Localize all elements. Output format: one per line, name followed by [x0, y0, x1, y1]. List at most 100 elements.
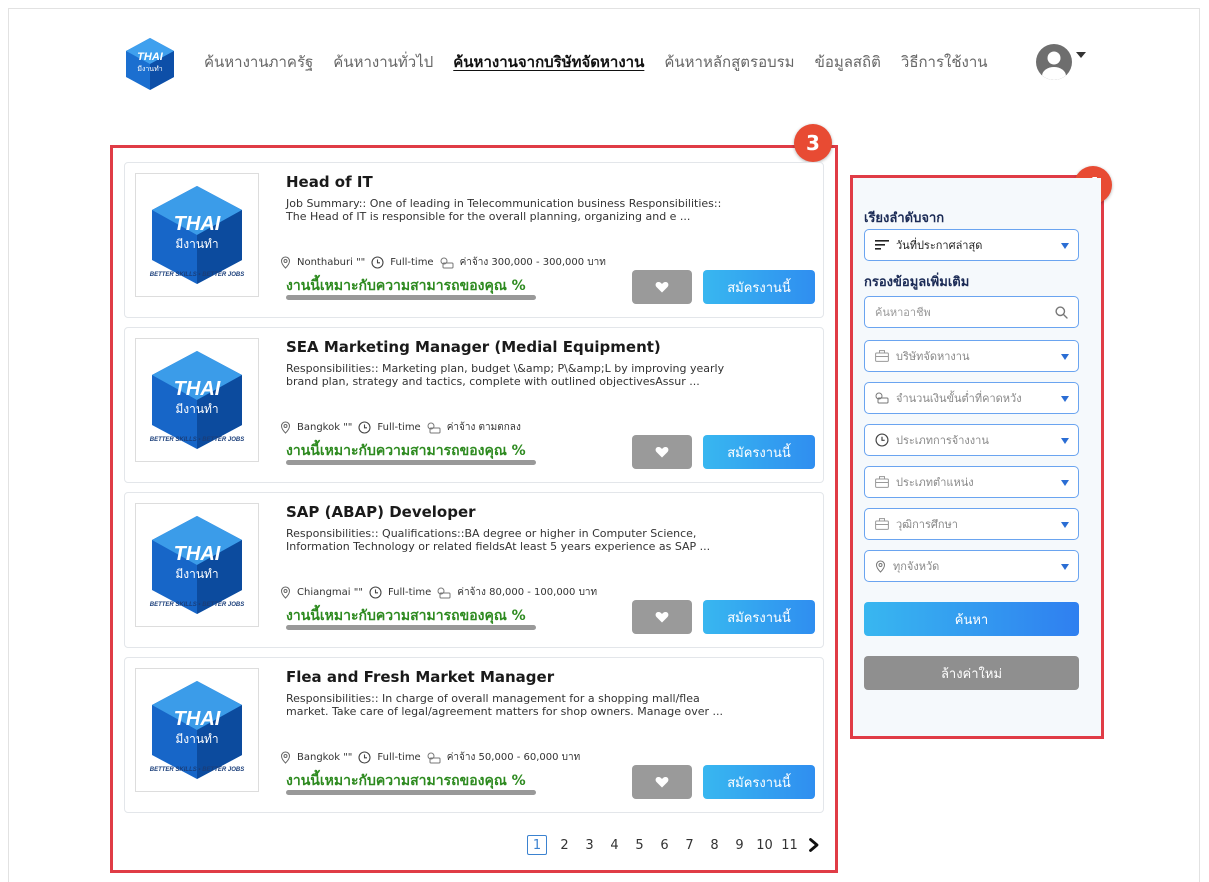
company-logo-ring-text: BETTER SKILLS • BETTER JOBS	[150, 767, 244, 773]
job-employment-type: Full-time	[377, 752, 421, 763]
annotation-badge-3: 3	[794, 124, 832, 162]
province-select[interactable]: ทุกจังหวัด	[864, 550, 1079, 582]
position-type-select-value: ประเภทตำแหน่ง	[896, 476, 974, 489]
sort-select-value: วันที่ประกาศล่าสุด	[896, 239, 983, 252]
search-field[interactable]	[864, 296, 1079, 328]
next-page-chevron-icon[interactable]	[808, 838, 820, 852]
page-number-9[interactable]: 9	[727, 835, 752, 855]
job-card[interactable]: THAI มีงานทำ BETTER SKILLS • BETTER JOBS…	[124, 162, 824, 318]
nav-item-training-courses[interactable]: ค้นหาหลักสูตรอบรม	[664, 50, 794, 74]
logo-text-bottom: มีงานทำ	[137, 65, 162, 73]
company-logo: THAI มีงานทำ BETTER SKILLS • BETTER JOBS	[135, 173, 259, 297]
page-number-5[interactable]: 5	[627, 835, 652, 855]
apply-job-button[interactable]: สมัครงานนี้	[703, 765, 815, 799]
job-match-text: งานนี้เหมาะกับความสามารถของคุณ %	[286, 443, 526, 459]
job-title[interactable]: Head of IT	[286, 173, 373, 191]
favorite-button[interactable]	[632, 270, 692, 304]
page-number-1[interactable]: 1	[527, 835, 547, 855]
job-employment-type: Full-time	[387, 587, 432, 598]
page-number-11[interactable]: 11	[777, 835, 802, 855]
favorite-button[interactable]	[632, 765, 692, 799]
clock-icon	[358, 751, 371, 764]
page-number-2[interactable]: 2	[552, 835, 577, 855]
nav-item-general-jobs[interactable]: ค้นหางานทั่วไป	[333, 50, 433, 74]
job-description: Responsibilities:: Qualifications::BA de…	[286, 527, 711, 553]
location-pin-icon	[280, 586, 291, 599]
page-number-8[interactable]: 8	[702, 835, 727, 855]
job-match-progress-bar	[286, 295, 536, 300]
job-description: Responsibilities:: In charge of overall …	[286, 692, 724, 718]
company-logo: THAI มีงานทำ BETTER SKILLS • BETTER JOBS	[135, 338, 259, 462]
money-icon	[440, 257, 454, 268]
briefcase-icon	[875, 476, 889, 488]
clock-icon	[369, 586, 382, 599]
nav-item-statistics[interactable]: ข้อมูลสถิติ	[815, 50, 881, 74]
position-type-select[interactable]: ประเภทตำแหน่ง	[864, 466, 1079, 498]
job-meta: Bangkok "" Full-time ค่าจ้าง 50,000 - 60…	[280, 750, 580, 765]
chevron-down-icon	[1061, 480, 1069, 486]
nav-item-government-jobs[interactable]: ค้นหางานภาครัฐ	[204, 50, 313, 74]
employment-type-select[interactable]: ประเภทการจ้างงาน	[864, 424, 1079, 456]
job-match-progress-bar	[286, 790, 536, 795]
location-pin-icon	[280, 751, 291, 764]
job-card[interactable]: THAI มีงานทำ BETTER SKILLS • BETTER JOBS…	[124, 657, 824, 813]
avatar-dropdown-caret-icon[interactable]	[1076, 52, 1086, 58]
filter-panel: เรียงลำดับจาก วันที่ประกาศล่าสุด กรองข้อ…	[853, 178, 1101, 736]
job-title[interactable]: SAP (ABAP) Developer	[286, 503, 476, 521]
clock-icon	[371, 256, 384, 269]
job-meta: Bangkok "" Full-time ค่าจ้าง ตามตกลง	[280, 420, 521, 435]
company-select[interactable]: บริษัทจัดหางาน	[864, 340, 1079, 372]
more-filters-heading: กรองข้อมูลเพิ่มเติม	[864, 275, 970, 290]
page-number-7[interactable]: 7	[677, 835, 702, 855]
job-employment-type: Full-time	[377, 422, 421, 433]
favorite-button[interactable]	[632, 600, 692, 634]
money-icon	[437, 587, 451, 598]
page-number-4[interactable]: 4	[602, 835, 627, 855]
apply-job-button[interactable]: สมัครงานนี้	[703, 270, 815, 304]
search-button[interactable]: ค้นหา	[864, 602, 1079, 636]
job-match-progress-bar	[286, 625, 536, 630]
job-match-progress-bar	[286, 460, 536, 465]
page-number-6[interactable]: 6	[652, 835, 677, 855]
site-logo[interactable]: THAI มีงานทำ	[122, 36, 178, 92]
search-icon[interactable]	[1055, 306, 1068, 319]
employment-type-select-value: ประเภทการจ้างงาน	[896, 434, 989, 447]
job-title[interactable]: Flea and Fresh Market Manager	[286, 668, 554, 686]
company-logo-text-top: THAI	[174, 213, 221, 235]
salary-min-select[interactable]: จำนวนเงินขั้นต่ำที่คาดหวัง	[864, 382, 1079, 414]
job-meta: Chiangmai "" Full-time ค่าจ้าง 80,000 - …	[280, 585, 597, 600]
apply-job-button[interactable]: สมัครงานนี้	[703, 600, 815, 634]
clock-icon	[358, 421, 371, 434]
money-icon	[875, 392, 889, 404]
sort-lines-icon	[875, 240, 889, 250]
main-nav: ค้นหางานภาครัฐ ค้นหางานทั่วไป ค้นหางานจา…	[204, 50, 988, 74]
nav-item-agency-jobs[interactable]: ค้นหางานจากบริษัทจัดหางาน	[453, 50, 644, 74]
search-input[interactable]	[875, 305, 1035, 319]
job-match-text: งานนี้เหมาะกับความสามารถของคุณ %	[286, 608, 526, 624]
job-match-text: งานนี้เหมาะกับความสามารถของคุณ %	[286, 773, 526, 789]
location-pin-icon	[875, 559, 886, 573]
user-avatar[interactable]	[1036, 44, 1072, 80]
page-number-10[interactable]: 10	[752, 835, 777, 855]
favorite-button[interactable]	[632, 435, 692, 469]
education-select[interactable]: วุฒิการศึกษา	[864, 508, 1079, 540]
job-card[interactable]: THAI มีงานทำ BETTER SKILLS • BETTER JOBS…	[124, 327, 824, 483]
job-title[interactable]: SEA Marketing Manager (Medial Equipment)	[286, 338, 661, 356]
money-icon	[427, 752, 441, 763]
nav-item-how-to-use[interactable]: วิธีการใช้งาน	[901, 50, 988, 74]
company-logo-text-top: THAI	[174, 378, 221, 400]
briefcase-icon	[875, 350, 889, 362]
chevron-down-icon	[1061, 564, 1069, 570]
job-description: Job Summary:: One of leading in Telecomm…	[286, 197, 722, 223]
money-icon	[427, 422, 441, 433]
job-card[interactable]: THAI มีงานทำ BETTER SKILLS • BETTER JOBS…	[124, 492, 824, 648]
reset-button[interactable]: ล้างค่าใหม่	[864, 656, 1079, 690]
company-logo-text-top: THAI	[174, 543, 221, 565]
sort-select[interactable]: วันที่ประกาศล่าสุด	[864, 229, 1079, 261]
page-number-3[interactable]: 3	[577, 835, 602, 855]
company-logo-text-bottom: มีงานทำ	[175, 237, 218, 251]
chevron-down-icon	[1061, 522, 1069, 528]
company-logo-ring-text: BETTER SKILLS • BETTER JOBS	[150, 437, 244, 443]
logo-text-top: THAI	[137, 51, 164, 63]
apply-job-button[interactable]: สมัครงานนี้	[703, 435, 815, 469]
